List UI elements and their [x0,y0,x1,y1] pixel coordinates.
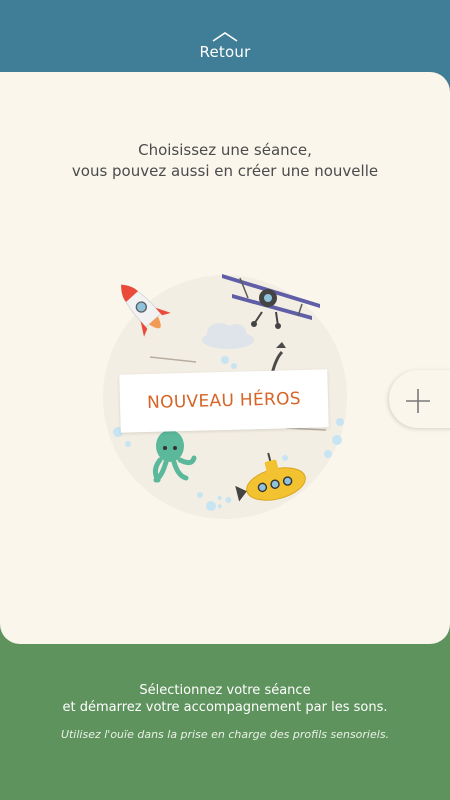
back-button[interactable]: Retour [0,28,450,61]
intro-line-1: Choisissez une séance, [138,141,312,159]
back-label: Retour [199,43,251,61]
session-title: NOUVEAU HÉROS [146,388,302,414]
session-new-hero[interactable]: NOUVEAU HÉROS [119,369,329,433]
plus-icon [406,389,430,413]
add-session-button[interactable] [389,370,450,428]
footer-line-2: et démarrez votre accompagnement par les… [62,700,388,715]
intro-text: Choisissez une séance, vous pouvez aussi… [0,140,450,182]
intro-line-2: vous pouvez aussi en créer une nouvelle [71,162,379,180]
footer-line-1: Sélectionnez votre séance [139,683,311,698]
footer-note: Utilisez l'ouïe dans la prise en charge … [60,728,390,741]
footer-text: Sélectionnez votre séance et démarrez vo… [0,682,450,741]
chevron-up-icon [0,28,450,42]
